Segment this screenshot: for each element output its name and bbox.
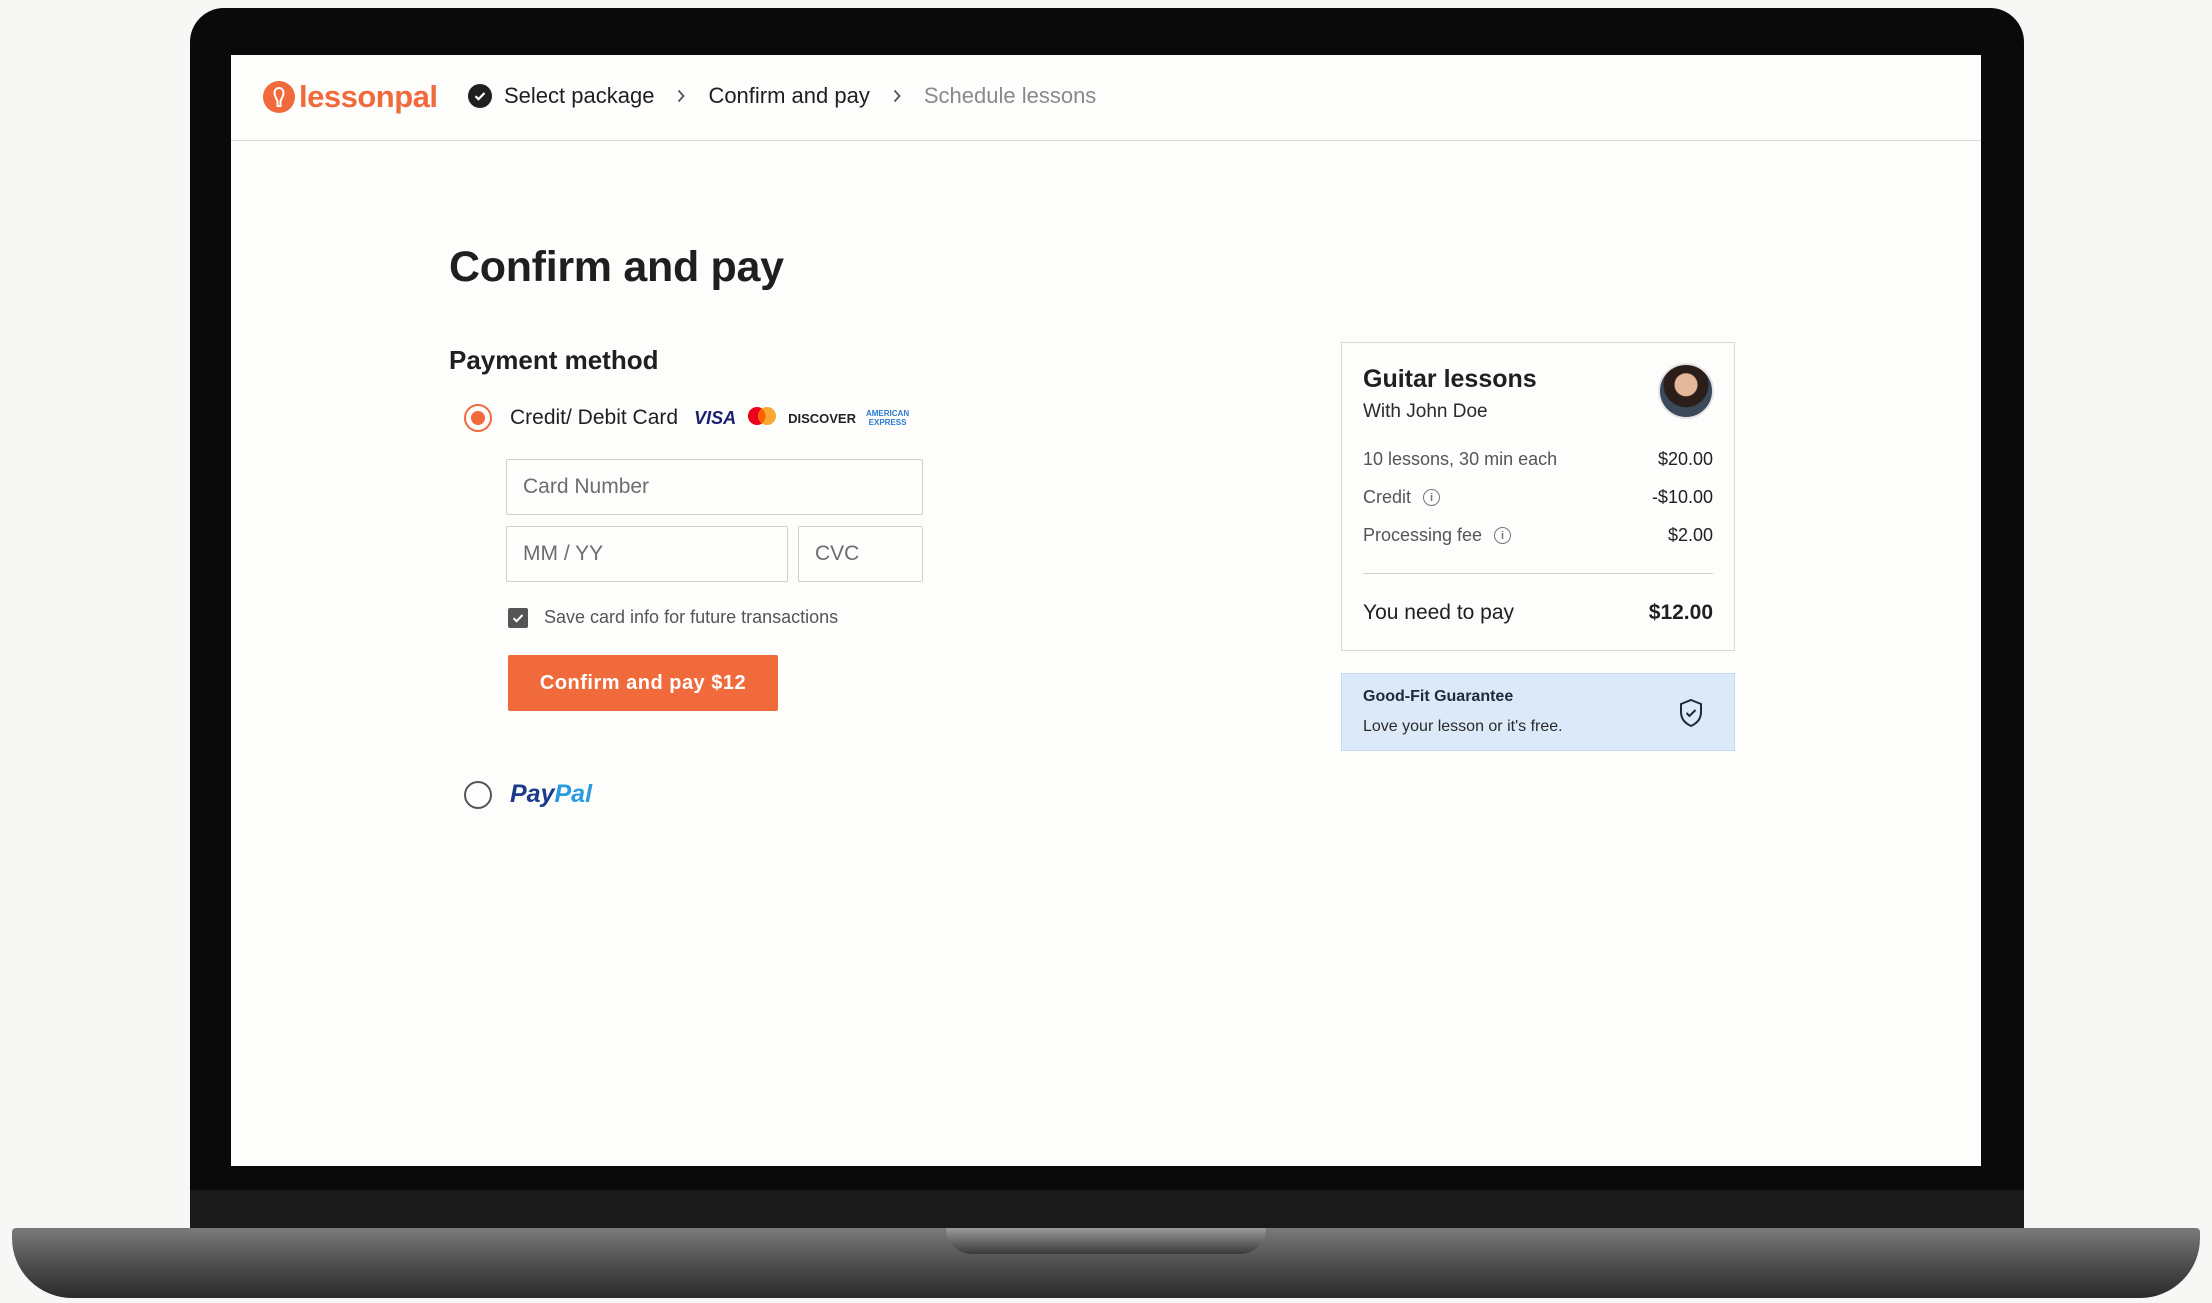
page-title: Confirm and pay — [449, 243, 784, 291]
step-select-package[interactable]: Select package — [504, 83, 654, 109]
amex-line-2: EXPRESS — [868, 418, 907, 427]
shield-check-icon — [1678, 698, 1704, 733]
checkout-steps: Select package Confirm and pay Schedule … — [468, 83, 1096, 109]
order-summary: Guitar lessons With John Doe 10 lessons,… — [1341, 342, 1735, 651]
laptop-hinge — [190, 1190, 2024, 1230]
amex-logo: AMERICAN EXPRESS — [866, 409, 909, 427]
save-card-label: Save card info for future transactions — [544, 607, 839, 627]
cvc-input[interactable] — [799, 527, 922, 581]
guarantee-banner: Good-Fit Guarantee Love your lesson or i… — [1341, 673, 1735, 751]
step-confirm-and-pay: Confirm and pay — [708, 83, 870, 108]
paypal-logo-part1: Pay — [510, 780, 555, 808]
summary-row-credit: Credit i -$10.00 — [1363, 487, 1713, 508]
guarantee-subtitle: Love your lesson or it's free. — [1363, 718, 1563, 735]
paypal-payment-option[interactable]: PayPal — [464, 780, 592, 809]
discover-logo: DISCOVER — [788, 410, 856, 426]
summary-row-lessons: 10 lessons, 30 min each $20.00 — [1363, 449, 1713, 470]
summary-row-amount: $2.00 — [1667, 525, 1713, 545]
paypal-radio[interactable] — [464, 780, 492, 809]
expiry-input[interactable] — [507, 527, 787, 581]
step-schedule-lessons: Schedule lessons — [923, 83, 1097, 108]
chevron-right-icon — [676, 89, 686, 103]
laptop-notch — [946, 1228, 1266, 1254]
check-circle-icon — [468, 84, 492, 108]
total-amount: $12.00 — [1648, 601, 1713, 624]
logo-icon — [263, 81, 295, 113]
card-number-input[interactable] — [507, 460, 922, 514]
paypal-logo: PayPal — [510, 780, 592, 809]
summary-row-processing-fee: Processing fee i $2.00 — [1363, 525, 1713, 546]
card-option-label: Credit/ Debit Card — [510, 406, 679, 429]
summary-total: You need to pay $12.00 — [1363, 601, 1713, 625]
logo-text: lessonpal — [299, 79, 438, 114]
info-icon[interactable]: i — [1423, 489, 1441, 506]
visa-logo: VISA — [694, 407, 737, 428]
logo[interactable]: lessonpal — [263, 79, 438, 115]
laptop-frame: lessonpal Select package Confirm and pay… — [0, 0, 2212, 1303]
chevron-right-icon — [892, 89, 902, 103]
expiry-field[interactable] — [506, 526, 788, 582]
total-label: You need to pay — [1363, 601, 1515, 624]
paypal-logo-part2: Pal — [554, 780, 593, 808]
card-payment-option[interactable]: Credit/ Debit Card VISA DISCOVER AMERICA… — [464, 404, 909, 432]
info-icon[interactable]: i — [1494, 527, 1512, 544]
summary-divider — [1363, 573, 1713, 574]
teacher-name: With John Doe — [1363, 401, 1488, 422]
summary-row-amount: $20.00 — [1657, 449, 1713, 469]
confirm-and-pay-button[interactable]: Confirm and pay $12 — [508, 655, 778, 711]
card-radio[interactable] — [464, 404, 492, 432]
summary-row-label: Credit — [1363, 487, 1412, 507]
payment-method-heading: Payment method — [449, 345, 659, 375]
teacher-avatar — [1658, 363, 1714, 419]
save-card-checkbox[interactable] — [508, 607, 528, 628]
save-card-option[interactable]: Save card info for future transactions — [508, 607, 838, 628]
card-brands: VISA DISCOVER AMERICAN EXPRESS — [694, 406, 909, 431]
summary-row-label: 10 lessons, 30 min each — [1363, 449, 1558, 469]
screen: lessonpal Select package Confirm and pay… — [231, 55, 1981, 1166]
amex-line-1: AMERICAN — [865, 409, 910, 418]
guarantee-title: Good-Fit Guarantee — [1363, 688, 1514, 705]
summary-row-amount: -$10.00 — [1651, 487, 1713, 507]
lesson-title: Guitar lessons — [1363, 365, 1537, 393]
header: lessonpal Select package Confirm and pay… — [231, 55, 1981, 141]
summary-row-label: Processing fee — [1363, 525, 1483, 545]
mastercard-icon — [746, 406, 778, 431]
cvc-field[interactable] — [798, 526, 923, 582]
card-number-field[interactable] — [506, 459, 923, 515]
